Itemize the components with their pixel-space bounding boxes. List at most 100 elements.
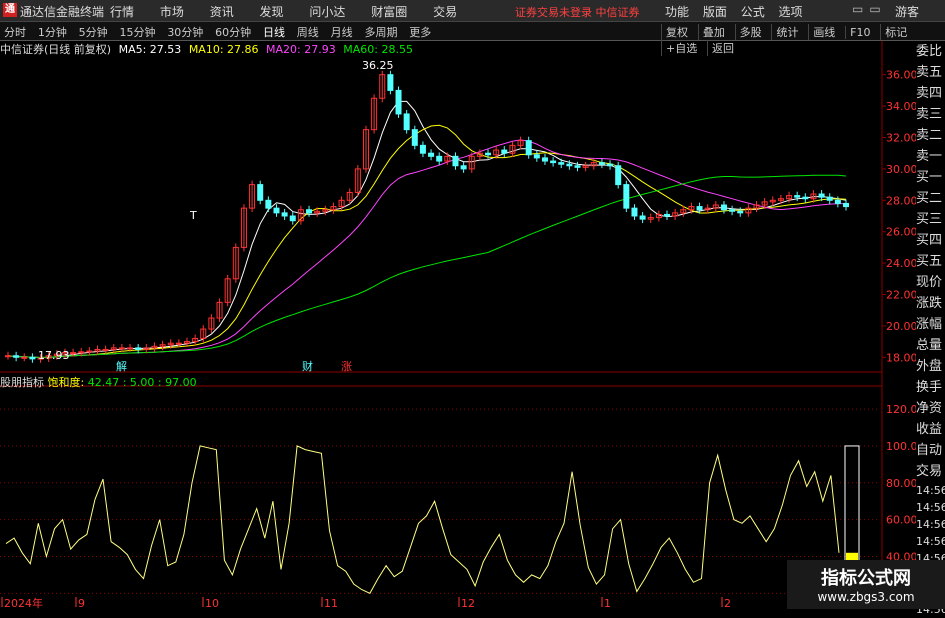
- candle: [371, 94, 378, 134]
- stock-name: 中信证券(日线 前复权): [0, 43, 112, 56]
- time-tick-label: 2: [724, 597, 731, 609]
- candle: [232, 243, 239, 283]
- candle-body: [175, 342, 182, 345]
- candle-body: [452, 155, 459, 167]
- menu-item-function[interactable]: 功能: [665, 3, 689, 20]
- period-5min[interactable]: 5分钟: [79, 24, 108, 40]
- candle-body: [289, 215, 296, 222]
- menu-item-formula[interactable]: 公式: [741, 3, 765, 20]
- side-panel-item: 卖四: [916, 86, 943, 101]
- candle-body: [737, 210, 744, 214]
- candle-body: [403, 113, 410, 131]
- period-multi[interactable]: 多周期: [364, 24, 397, 40]
- side-panel-item: 净资: [916, 401, 943, 416]
- menu-item-market[interactable]: 市场: [160, 3, 184, 20]
- candle: [574, 161, 581, 172]
- menu-item-wealth[interactable]: 财富圈: [371, 3, 407, 20]
- indicator-tick-label: 60.00: [886, 514, 916, 527]
- menu-item-ask[interactable]: 问小达: [309, 3, 345, 20]
- tool-draw[interactable]: 画线: [808, 24, 835, 40]
- event-marker: 财: [302, 359, 313, 373]
- candle: [501, 146, 508, 158]
- tool-overlay[interactable]: 叠加: [697, 24, 725, 40]
- app-title: 通达信金融终端: [20, 5, 105, 19]
- period-60min[interactable]: 60分钟: [215, 24, 251, 40]
- menu-item-layout[interactable]: 版面: [703, 3, 727, 20]
- candle-body: [558, 162, 565, 165]
- watermark: 指标公式网 www.zbgs3.com: [787, 560, 945, 609]
- candle-body: [5, 355, 11, 358]
- tool-mark[interactable]: 标记: [880, 24, 907, 40]
- side-panel-item: 卖三: [916, 107, 943, 122]
- side-panel-item: 卖五: [916, 65, 943, 80]
- candle-body: [306, 209, 313, 214]
- top-menu: 行情 市场 资讯 发现 问小达 财富圈 交易: [110, 3, 479, 20]
- period-more[interactable]: 更多: [409, 24, 431, 40]
- candle-body: [102, 348, 109, 351]
- candle-body: [607, 163, 614, 167]
- side-panel-item: 换手: [916, 380, 943, 395]
- candle-body: [86, 350, 93, 353]
- time-tick-label: 10: [205, 597, 219, 609]
- candle-body: [631, 207, 638, 217]
- candle: [582, 161, 589, 172]
- candle: [306, 205, 313, 217]
- candle-body: [598, 162, 605, 165]
- period-intraday[interactable]: 分时: [4, 24, 26, 40]
- tool-f10[interactable]: F10: [845, 26, 870, 39]
- right-menu: 功能 版面 公式 选项: [665, 3, 813, 20]
- price-tick-label: 22.00: [886, 289, 916, 302]
- ma5-line: [7, 100, 847, 358]
- quote-side-panel: 委比 卖五 卖四 卖三 卖二 卖一 买一 买二 买三 买四 买五 现价 涨跌 涨幅 总量 外盘 换手 净资 收益 自动…: [916, 41, 945, 618]
- period-monthly[interactable]: 月线: [331, 24, 353, 40]
- candle-body: [720, 204, 727, 211]
- window-controls-icon[interactable]: ▭▭: [852, 2, 887, 16]
- candle: [240, 204, 247, 252]
- guest-label[interactable]: 游客: [895, 3, 919, 20]
- menu-item-quotes[interactable]: 行情: [110, 3, 134, 20]
- period-1min[interactable]: 1分钟: [38, 24, 67, 40]
- period-30min[interactable]: 30分钟: [167, 24, 203, 40]
- side-panel-item: 14:56: [916, 501, 945, 514]
- candle: [395, 86, 402, 118]
- side-panel-item: 买二: [916, 191, 943, 206]
- tool-stats[interactable]: 统计: [771, 24, 798, 40]
- candle: [428, 149, 435, 161]
- tool-multistock[interactable]: 多股: [734, 24, 762, 40]
- tool-adjust[interactable]: 复权: [661, 24, 688, 40]
- candle-body: [834, 199, 841, 204]
- ma60-value: MA60: 28.55: [343, 43, 413, 56]
- candle: [598, 158, 605, 169]
- candle: [289, 212, 296, 225]
- indicator-info-bar: 股朋指标 饱和度: 42.47 : 5.00 : 97.00: [0, 374, 197, 390]
- candle-body: [501, 149, 508, 154]
- side-panel-item: 14:56: [916, 484, 945, 497]
- menu-item-discover[interactable]: 发现: [260, 3, 284, 20]
- indicator-name: 股朋指标: [0, 376, 44, 389]
- candle-body: [387, 74, 394, 91]
- ma10-value: MA10: 27.86: [188, 43, 259, 56]
- app-logo-icon: 通: [3, 3, 17, 17]
- side-panel-item: 委比: [916, 44, 943, 59]
- period-weekly[interactable]: 周线: [297, 24, 319, 40]
- candle: [208, 314, 215, 333]
- period-15min[interactable]: 15分钟: [119, 24, 155, 40]
- side-panel-item: 涨幅: [916, 317, 943, 332]
- candle-body: [826, 196, 833, 201]
- candle: [281, 208, 288, 220]
- candle: [525, 136, 532, 159]
- candle: [192, 334, 199, 346]
- candle: [273, 204, 280, 217]
- candle: [13, 351, 20, 362]
- menu-item-options[interactable]: 选项: [779, 3, 803, 20]
- period-daily[interactable]: 日线: [263, 24, 285, 40]
- candle-body: [265, 199, 272, 209]
- menu-item-trade[interactable]: 交易: [433, 3, 457, 20]
- kline-chart[interactable]: 36.00 34.00 32.00 30.00 28.00 26.00 24.00 22.00…: [0, 41, 916, 609]
- candle-body: [411, 129, 418, 146]
- candle: [452, 152, 459, 170]
- login-notice[interactable]: 证券交易未登录 中信证券: [515, 4, 640, 20]
- ma60-line: [7, 174, 847, 359]
- candle: [517, 136, 524, 150]
- menu-item-news[interactable]: 资讯: [210, 3, 234, 20]
